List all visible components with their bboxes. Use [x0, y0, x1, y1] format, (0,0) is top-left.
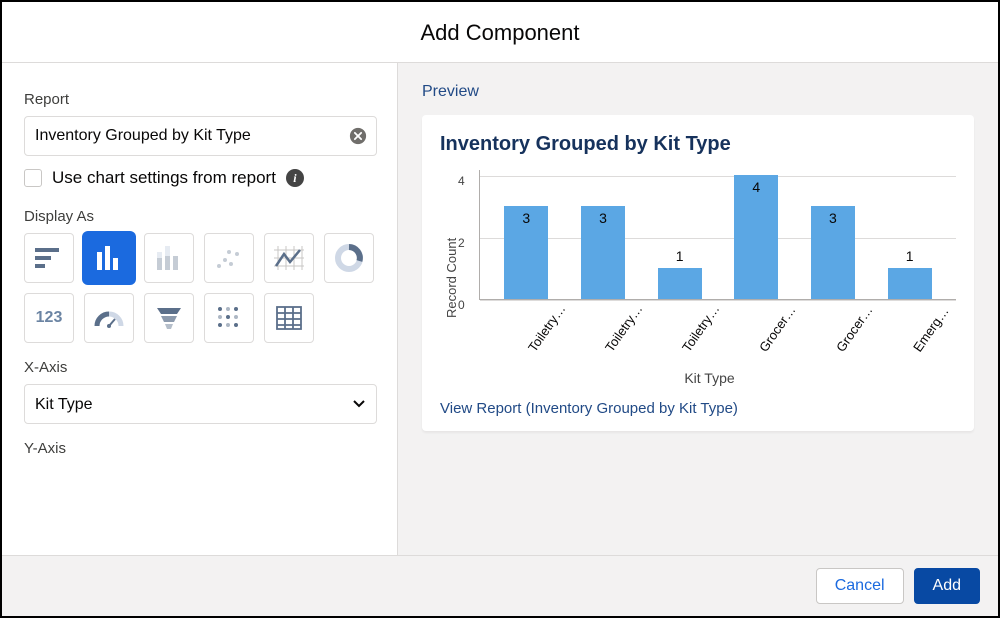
preview-label: Preview	[422, 83, 974, 101]
chart-bar: 3	[811, 206, 855, 299]
vertical-bar-chart-icon[interactable]	[84, 233, 134, 283]
chart-ytick: 0	[458, 298, 465, 312]
clear-icon[interactable]	[349, 127, 367, 145]
stacked-bar-chart-icon[interactable]	[144, 233, 194, 283]
use-chart-settings-label: Use chart settings from report	[52, 168, 276, 188]
chart-category-label: Toiletry…	[602, 307, 677, 380]
report-input[interactable]	[24, 116, 377, 156]
use-chart-settings-checkbox[interactable]	[24, 169, 42, 187]
chart-category-label: Emerg…	[910, 307, 985, 380]
horizontal-bar-chart-icon[interactable]	[24, 233, 74, 283]
chart-ylabel: Record Count	[440, 170, 459, 386]
table-chart-icon[interactable]	[264, 293, 314, 343]
chart-ytick: 2	[458, 236, 465, 250]
chart-bar: 3	[504, 206, 548, 299]
chart-category-label: Grocer…	[833, 307, 908, 380]
chart-category-label: Grocer…	[756, 307, 831, 380]
chart-category-label: Toiletry…	[679, 307, 754, 380]
chart-bar: 1	[658, 268, 702, 299]
config-pane: Report Use chart settings from report i …	[2, 63, 398, 555]
matrix-chart-icon[interactable]	[204, 293, 254, 343]
chart-category-label: Toiletry…	[525, 307, 600, 380]
preview-card: Inventory Grouped by Kit Type Record Cou…	[422, 115, 974, 431]
gauge-chart-icon[interactable]	[84, 293, 134, 343]
y-axis-label: Y-Axis	[24, 440, 377, 457]
add-button[interactable]: Add	[914, 568, 980, 604]
modal-footer: Cancel Add	[2, 555, 998, 616]
preview-pane: Preview Inventory Grouped by Kit Type Re…	[398, 63, 998, 555]
chart-bar: 1	[888, 268, 932, 299]
chart-title: Inventory Grouped by Kit Type	[440, 133, 956, 156]
chart-ytick: 4	[458, 174, 465, 188]
chart-bar: 3	[581, 206, 625, 299]
chart: Record Count 024331431 Toiletry…Toiletry…	[440, 170, 956, 386]
funnel-chart-icon[interactable]	[144, 293, 194, 343]
x-axis-label: X-Axis	[24, 359, 377, 376]
info-icon[interactable]: i	[286, 169, 304, 187]
report-label: Report	[24, 91, 377, 108]
donut-chart-icon[interactable]	[324, 233, 374, 283]
line-chart-icon[interactable]	[264, 233, 314, 283]
display-as-label: Display As	[24, 208, 377, 225]
scatter-chart-icon[interactable]	[204, 233, 254, 283]
chart-bar: 4	[734, 175, 778, 299]
add-component-modal: Add Component Report Use chart settings …	[0, 0, 1000, 618]
modal-title: Add Component	[2, 2, 998, 62]
metric-chart-icon[interactable]: 123	[24, 293, 74, 343]
display-as-grid: 123	[24, 233, 384, 343]
cancel-button[interactable]: Cancel	[816, 568, 904, 604]
x-axis-select[interactable]: Kit Type	[24, 384, 377, 424]
view-report-link[interactable]: View Report (Inventory Grouped by Kit Ty…	[440, 400, 956, 417]
